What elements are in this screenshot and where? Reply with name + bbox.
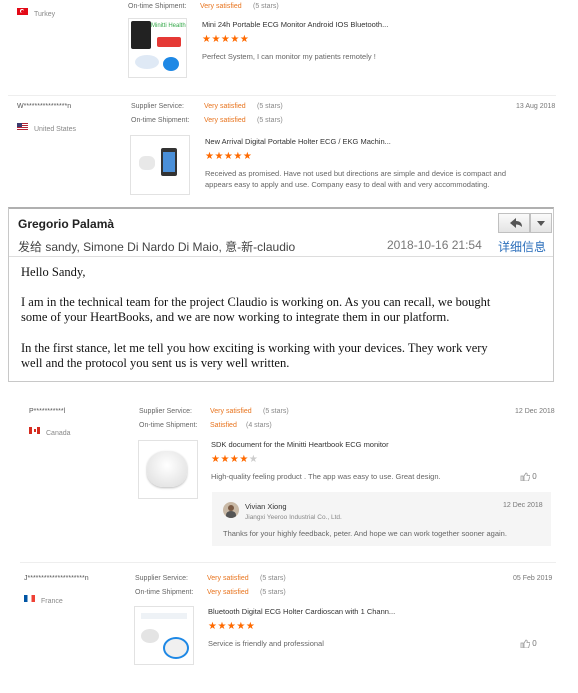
email-recipients: 发给 sandy, Simone Di Nardo Di Maio, 意-新-c…	[18, 240, 296, 254]
rating-stars: ★★★★★	[202, 34, 250, 45]
reviewer-name: J*********************n	[24, 575, 89, 582]
shipment-label: On-time Shipment:	[139, 422, 198, 429]
reply-button[interactable]	[498, 213, 530, 233]
like-button[interactable]: 0	[520, 639, 537, 649]
shipment-value: Very satisfied	[207, 589, 249, 596]
rating-stars: ★★★★★	[205, 151, 253, 162]
review-date: 12 Dec 2018	[515, 408, 555, 415]
canada-flag-icon	[29, 427, 40, 435]
shipment-stars: (5 stars)	[253, 3, 279, 10]
reviewer-country-4: France	[24, 590, 63, 608]
email-paragraph-line: well and the protocol you sent us is ver…	[21, 356, 290, 370]
dropdown-icon	[537, 221, 545, 226]
more-actions-button[interactable]	[530, 213, 552, 233]
email-datetime: 2018-10-16 21:54	[387, 238, 482, 252]
shipment-label: On-time Shipment:	[135, 589, 194, 596]
like-button[interactable]: 0	[520, 472, 537, 482]
shipment-label: On-time Shipment:	[128, 3, 187, 10]
reply-text: Thanks for your highly feedback, peter. …	[223, 529, 507, 538]
product-thumbnail[interactable]	[134, 606, 194, 665]
reviewer-country-2: United States	[17, 118, 76, 136]
email-message: Gregorio Palamà 发给 sandy, Simone Di Nard…	[8, 207, 554, 382]
supplier-reply: Vivian Xiong Jiangxi Yeeroo Industrial C…	[212, 492, 551, 546]
france-flag-icon	[24, 595, 35, 603]
reply-date: 12 Dec 2018	[503, 502, 543, 509]
email-paragraph-line: In the first stance, let me tell you how…	[21, 341, 488, 355]
email-sender: Gregorio Palamà	[18, 217, 115, 231]
supplier-value: Very satisfied	[204, 103, 246, 110]
email-paragraph-line: I am in the technical team for the proje…	[21, 295, 491, 309]
supplier-value: Very satisfied	[210, 408, 252, 415]
supplier-stars: (5 stars)	[263, 408, 289, 415]
product-title[interactable]: SDK document for the Minitti Heartbook E…	[211, 440, 389, 449]
reviewer-name: P***********l	[29, 408, 66, 415]
review-text-line: Received as promised. Have not used but …	[205, 169, 506, 178]
thumbs-up-icon	[520, 472, 531, 482]
us-flag-icon	[17, 123, 28, 131]
product-thumbnail[interactable]	[130, 135, 190, 195]
divider	[8, 95, 556, 96]
email-greeting: Hello Sandy,	[21, 265, 86, 279]
reviewer-country-1: Turkey	[17, 3, 55, 21]
product-title[interactable]: Mini 24h Portable ECG Monitor Android IO…	[202, 20, 388, 29]
shipment-stars: (5 stars)	[257, 117, 283, 124]
review-text: Service is friendly and professional	[208, 639, 324, 648]
review-text: High-quality feeling product . The app w…	[211, 472, 441, 481]
review-text: Perfect System, I can monitor my patient…	[202, 52, 376, 61]
divider	[20, 562, 556, 563]
avatar	[223, 502, 239, 518]
supplier-label: Supplier Service:	[139, 408, 192, 415]
shipment-value: Satisfied	[210, 422, 237, 429]
supplier-label: Supplier Service:	[131, 103, 184, 110]
product-title[interactable]: Bluetooth Digital ECG Holter Cardioscan …	[208, 607, 395, 616]
shipment-stars: (4 stars)	[246, 422, 272, 429]
shipment-value: Very satisfied	[204, 117, 246, 124]
email-divider	[9, 256, 553, 257]
thumbs-up-icon	[520, 639, 531, 649]
review-date: 05 Feb 2019	[513, 575, 553, 582]
shipment-label: On-time Shipment:	[131, 117, 190, 124]
shipment-stars: (5 stars)	[260, 589, 286, 596]
supplier-stars: (5 stars)	[260, 575, 286, 582]
supplier-stars: (5 stars)	[257, 103, 283, 110]
rating-stars: ★★★★★	[211, 454, 259, 465]
details-link[interactable]: 详细信息	[498, 238, 546, 255]
reviewer-country-3: Canada	[29, 422, 71, 440]
supplier-value: Very satisfied	[207, 575, 249, 582]
reviewer-name: W****************n	[17, 103, 72, 110]
reply-icon	[510, 218, 522, 228]
product-thumbnail[interactable]: Minitti Health	[128, 18, 187, 78]
turkey-flag-icon	[17, 8, 28, 16]
reply-author: Vivian Xiong	[245, 502, 287, 511]
supplier-label: Supplier Service:	[135, 575, 188, 582]
review-date: 13 Aug 2018	[516, 103, 556, 110]
email-paragraph-line: some of your HeartBooks, and we are now …	[21, 310, 450, 324]
product-thumbnail[interactable]	[138, 440, 198, 499]
shipment-value: Very satisfied	[200, 3, 242, 10]
reply-company: Jiangxi Yeeroo Industrial Co., Ltd.	[245, 514, 342, 521]
review-text-line: appears easy to apply and use. Company e…	[205, 180, 490, 189]
rating-stars: ★★★★★	[208, 621, 256, 632]
product-title[interactable]: New Arrival Digital Portable Holter ECG …	[205, 137, 391, 146]
